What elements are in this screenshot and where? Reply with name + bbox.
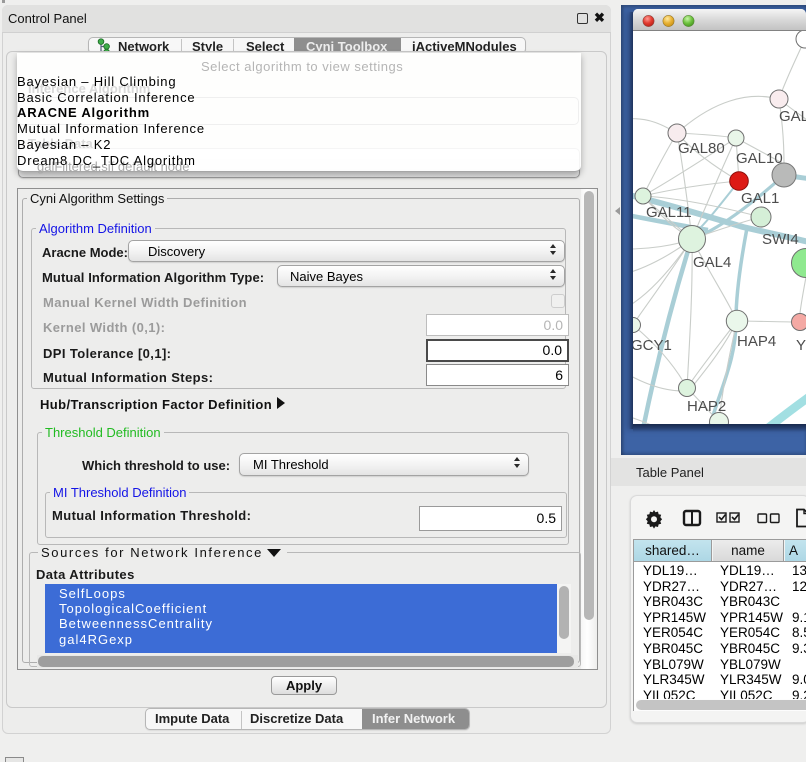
svg-text:GAL4: GAL4 <box>693 254 731 271</box>
svg-text:GAL80: GAL80 <box>678 140 725 157</box>
svg-text:GAL11: GAL11 <box>646 204 692 221</box>
svg-text:GAL7: GAL7 <box>779 108 806 125</box>
svg-text:GAL1: GAL1 <box>741 190 779 207</box>
svg-text:HAP4: HAP4 <box>737 333 776 350</box>
svg-text:GCY1: GCY1 <box>633 337 672 354</box>
svg-text:SWI4: SWI4 <box>762 231 799 248</box>
svg-text:Y: Y <box>796 337 806 354</box>
svg-text:HAP2: HAP2 <box>687 398 726 415</box>
svg-text:GAL10: GAL10 <box>736 150 783 167</box>
